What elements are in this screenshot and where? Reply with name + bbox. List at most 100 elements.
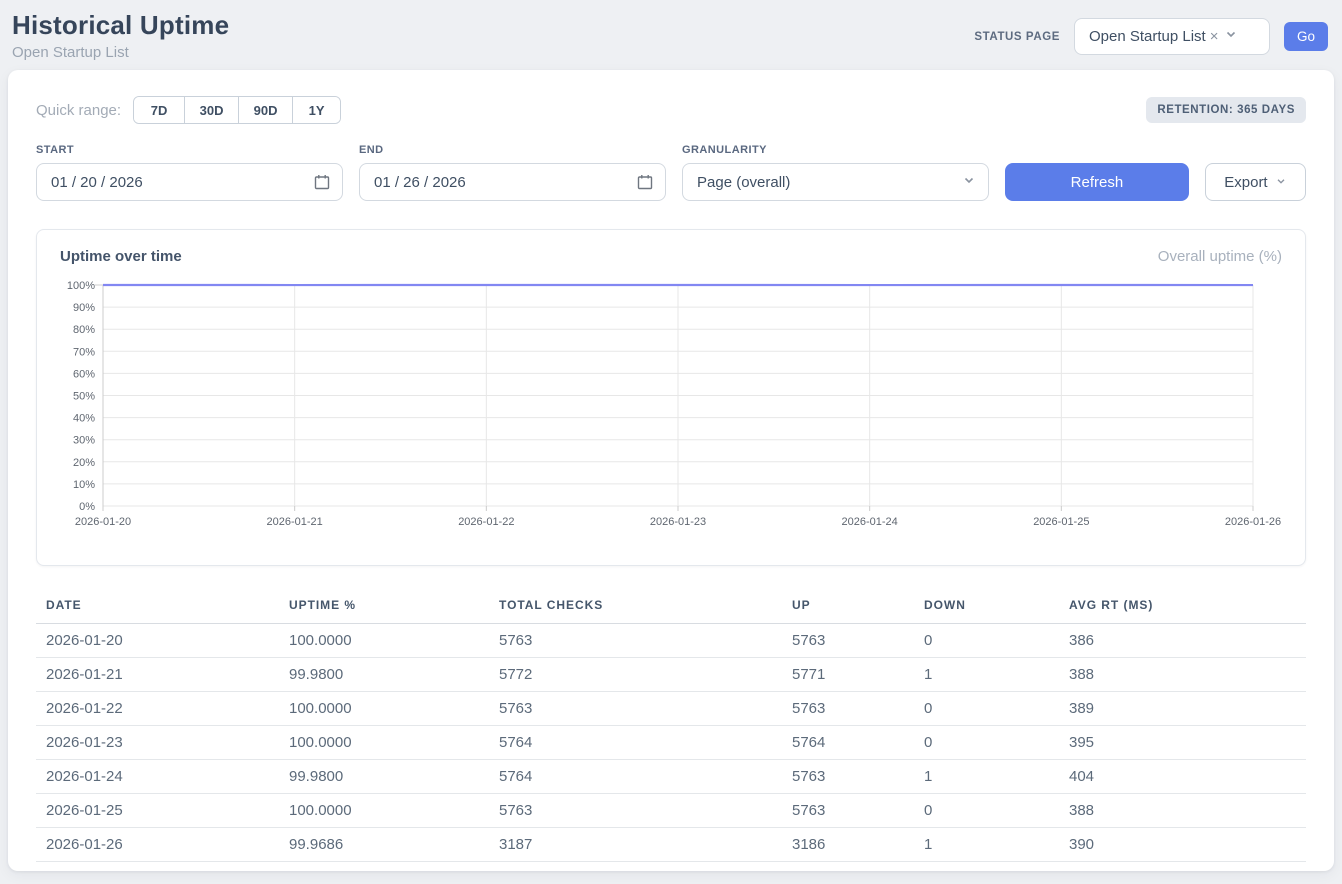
table-cell: 5763 [782, 794, 914, 828]
export-button[interactable]: Export [1205, 163, 1306, 201]
table-cell: 100.0000 [279, 624, 489, 658]
svg-text:2026-01-21: 2026-01-21 [267, 516, 323, 528]
page-header: Historical Uptime Open Startup List STAT… [0, 0, 1342, 70]
granularity-field: GRANULARITY Page (overall) [682, 144, 989, 201]
svg-text:2026-01-20: 2026-01-20 [75, 516, 131, 528]
quick-range-7d-button[interactable]: 7D [134, 97, 184, 123]
table-row: 2026-01-2699.9686318731861390 [36, 828, 1306, 862]
table-cell: 100.0000 [279, 726, 489, 760]
svg-text:20%: 20% [73, 457, 95, 469]
end-date-value: 01 / 26 / 2026 [374, 174, 637, 191]
uptime-chart-card: Uptime over time Overall uptime (%) 0%10… [36, 229, 1306, 566]
chart-legend-label: Overall uptime (%) [1158, 248, 1282, 265]
granularity-label: GRANULARITY [682, 144, 989, 156]
calendar-icon[interactable] [314, 174, 330, 190]
table-cell: 99.9800 [279, 760, 489, 794]
table-row: 2026-01-25100.0000576357630388 [36, 794, 1306, 828]
svg-text:2026-01-25: 2026-01-25 [1033, 516, 1089, 528]
table-cell: 388 [1059, 794, 1306, 828]
table-cell: 5763 [489, 624, 782, 658]
column-header: TOTAL CHECKS [489, 590, 782, 624]
clear-selection-icon[interactable]: × [1210, 28, 1219, 45]
status-page-label: STATUS PAGE [974, 31, 1060, 43]
status-page-select[interactable]: Open Startup List × [1074, 18, 1270, 55]
table-row: 2026-01-20100.0000576357630386 [36, 624, 1306, 658]
table-cell: 0 [914, 624, 1059, 658]
uptime-table: DATEUPTIME %TOTAL CHECKSUPDOWNAVG RT (MS… [36, 590, 1306, 862]
svg-text:10%: 10% [73, 479, 95, 491]
svg-text:0%: 0% [79, 501, 95, 513]
page-subtitle: Open Startup List [12, 44, 229, 61]
table-cell: 2026-01-23 [36, 726, 279, 760]
title-block: Historical Uptime Open Startup List [12, 10, 229, 61]
main-panel: Quick range: 7D30D90D1Y RETENTION: 365 D… [8, 70, 1334, 871]
table-cell: 1 [914, 760, 1059, 794]
svg-text:40%: 40% [73, 413, 95, 425]
table-row: 2026-01-2199.9800577257711388 [36, 658, 1306, 692]
svg-text:30%: 30% [73, 435, 95, 447]
table-cell: 5763 [489, 794, 782, 828]
table-cell: 5764 [489, 726, 782, 760]
svg-text:2026-01-22: 2026-01-22 [458, 516, 514, 528]
quick-range-button-group: 7D30D90D1Y [133, 96, 341, 124]
end-date-input[interactable]: 01 / 26 / 2026 [359, 163, 666, 201]
table-cell: 100.0000 [279, 692, 489, 726]
table-cell: 99.9686 [279, 828, 489, 862]
table-cell: 2026-01-22 [36, 692, 279, 726]
svg-text:80%: 80% [73, 324, 95, 336]
quick-range-row: Quick range: 7D30D90D1Y RETENTION: 365 D… [36, 96, 1306, 124]
uptime-line-chart: 0%10%20%30%40%50%60%70%80%90%100%2026-01… [59, 279, 1283, 540]
table-cell: 1 [914, 658, 1059, 692]
svg-text:2026-01-23: 2026-01-23 [650, 516, 706, 528]
refresh-button[interactable]: Refresh [1005, 163, 1189, 201]
svg-text:2026-01-24: 2026-01-24 [842, 516, 898, 528]
svg-text:90%: 90% [73, 302, 95, 314]
table-cell: 2026-01-21 [36, 658, 279, 692]
table-row: 2026-01-23100.0000576457640395 [36, 726, 1306, 760]
table-cell: 2026-01-24 [36, 760, 279, 794]
chevron-down-icon [1275, 174, 1287, 191]
go-button[interactable]: Go [1284, 22, 1328, 51]
table-cell: 0 [914, 726, 1059, 760]
table-cell: 0 [914, 692, 1059, 726]
column-header: UP [782, 590, 914, 624]
table-cell: 5763 [782, 692, 914, 726]
table-cell: 2026-01-25 [36, 794, 279, 828]
table-cell: 2026-01-26 [36, 828, 279, 862]
export-button-label: Export [1224, 174, 1267, 191]
table-cell: 5763 [782, 624, 914, 658]
table-row: 2026-01-22100.0000576357630389 [36, 692, 1306, 726]
granularity-select[interactable]: Page (overall) [682, 163, 989, 201]
table-cell: 0 [914, 794, 1059, 828]
start-date-input[interactable]: 01 / 20 / 2026 [36, 163, 343, 201]
table-cell: 5764 [782, 726, 914, 760]
quick-range-label: Quick range: [36, 102, 121, 119]
table-row: 2026-01-2499.9800576457631404 [36, 760, 1306, 794]
chevron-down-icon [1224, 27, 1238, 46]
table-header-row: DATEUPTIME %TOTAL CHECKSUPDOWNAVG RT (MS… [36, 590, 1306, 624]
calendar-icon[interactable] [637, 174, 653, 190]
end-label: END [359, 144, 666, 156]
granularity-selected-value: Page (overall) [697, 174, 962, 191]
header-controls: STATUS PAGE Open Startup List × Go [974, 18, 1328, 55]
column-header: DATE [36, 590, 279, 624]
quick-range-90d-button[interactable]: 90D [238, 97, 292, 123]
page-title: Historical Uptime [12, 10, 229, 41]
status-page-selected-value: Open Startup List [1089, 28, 1206, 45]
table-cell: 5764 [489, 760, 782, 794]
retention-badge: RETENTION: 365 DAYS [1146, 97, 1306, 123]
chevron-down-icon [962, 173, 976, 191]
start-label: START [36, 144, 343, 156]
table-cell: 5763 [489, 692, 782, 726]
table-body: 2026-01-20100.00005763576303862026-01-21… [36, 624, 1306, 862]
table-cell: 404 [1059, 760, 1306, 794]
svg-text:60%: 60% [73, 368, 95, 380]
table-cell: 389 [1059, 692, 1306, 726]
quick-range-30d-button[interactable]: 30D [184, 97, 238, 123]
table-cell: 5763 [782, 760, 914, 794]
table-cell: 99.9800 [279, 658, 489, 692]
table-cell: 5771 [782, 658, 914, 692]
quick-range-1y-button[interactable]: 1Y [292, 97, 340, 123]
table-cell: 5772 [489, 658, 782, 692]
table-cell: 100.0000 [279, 794, 489, 828]
